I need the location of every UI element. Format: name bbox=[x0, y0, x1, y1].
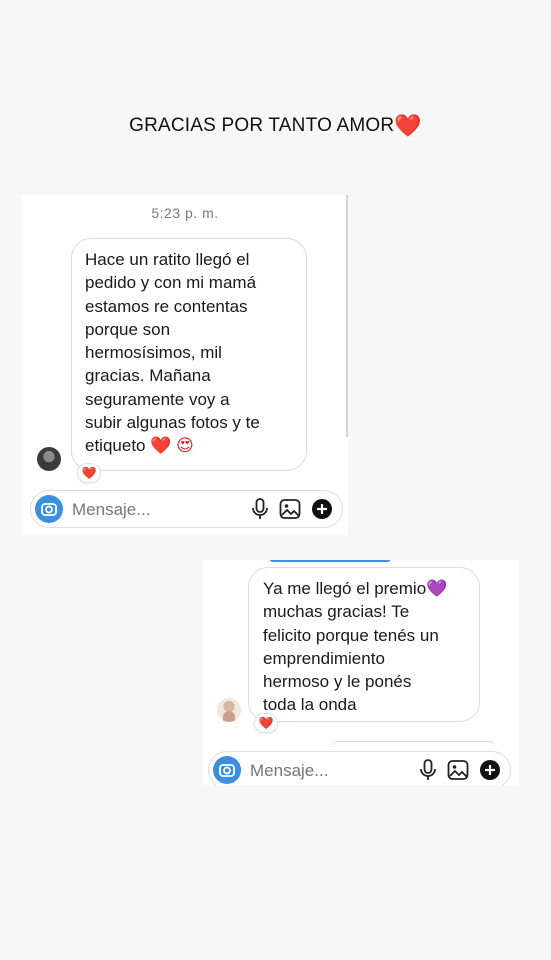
previous-message-edge bbox=[269, 560, 391, 562]
message-line: gracias. Mañana bbox=[85, 366, 211, 386]
message-line: estamos re contentas bbox=[85, 296, 248, 316]
scrollbar[interactable] bbox=[346, 195, 348, 437]
title-text: GRACIAS POR TANTO AMOR bbox=[129, 115, 395, 136]
heart-eyes-emoji-icon: ❤️ 😍 bbox=[150, 436, 194, 456]
chat-screenshot-1: 5:23 p. m. Hace un ratito llegó el pedid… bbox=[22, 195, 348, 535]
plus-icon[interactable] bbox=[310, 497, 334, 526]
message-line: pedido y con mi mamá bbox=[85, 273, 257, 293]
microphone-icon[interactable] bbox=[418, 758, 438, 785]
message-input[interactable]: Mensaje... bbox=[250, 761, 328, 781]
page-title: GRACIAS POR TANTO AMOR❤️ bbox=[0, 113, 551, 139]
message-line-text: Ya me llegó el premio bbox=[263, 579, 427, 598]
message-line: Hace un ratito llegó el bbox=[85, 250, 250, 269]
message-line-text: etiqueto bbox=[85, 436, 146, 456]
gallery-icon[interactable] bbox=[446, 758, 470, 785]
message-line: subir algunas fotos y te bbox=[85, 413, 260, 433]
next-message-edge bbox=[331, 741, 496, 748]
message-line: hermoso y le ponés bbox=[263, 672, 412, 692]
message-line: emprendimiento bbox=[263, 648, 385, 668]
message-bubble[interactable]: Hace un ratito llegó el pedido y con mi … bbox=[71, 238, 307, 471]
avatar[interactable] bbox=[37, 447, 61, 471]
microphone-icon[interactable] bbox=[250, 497, 270, 526]
heart-icon: ❤️ bbox=[394, 113, 422, 138]
camera-icon[interactable] bbox=[213, 756, 241, 784]
heart-reaction-icon[interactable]: ❤️ bbox=[77, 463, 101, 483]
chat-screenshot-2: Ya me llegó el premio💜 muchas gracias! T… bbox=[203, 560, 518, 785]
plus-icon[interactable] bbox=[478, 758, 502, 785]
message-line: muchas gracias! Te bbox=[263, 602, 410, 622]
message-line: felicito porque tenés un bbox=[263, 625, 439, 645]
message-line: hermosísimos, mil bbox=[85, 343, 222, 363]
message-line: porque son bbox=[85, 319, 171, 339]
message-line: Ya me llegó el premio💜 bbox=[263, 577, 466, 600]
message-line: toda la onda bbox=[263, 695, 357, 715]
message-composer[interactable]: Mensaje... bbox=[30, 490, 343, 528]
camera-icon[interactable] bbox=[35, 495, 63, 523]
message-composer[interactable]: Mensaje... bbox=[208, 751, 511, 785]
message-line: seguramente voy a bbox=[85, 389, 230, 409]
avatar[interactable] bbox=[217, 698, 241, 722]
message-bubble[interactable]: Ya me llegó el premio💜 muchas gracias! T… bbox=[248, 567, 480, 722]
message-input[interactable]: Mensaje... bbox=[72, 500, 150, 520]
message-timestamp: 5:23 p. m. bbox=[151, 205, 219, 221]
purple-heart-icon: 💜 bbox=[426, 579, 448, 598]
message-line: etiqueto ❤️ 😍 bbox=[85, 434, 293, 457]
heart-reaction-icon[interactable]: ❤️ bbox=[254, 713, 278, 733]
gallery-icon[interactable] bbox=[278, 497, 302, 526]
